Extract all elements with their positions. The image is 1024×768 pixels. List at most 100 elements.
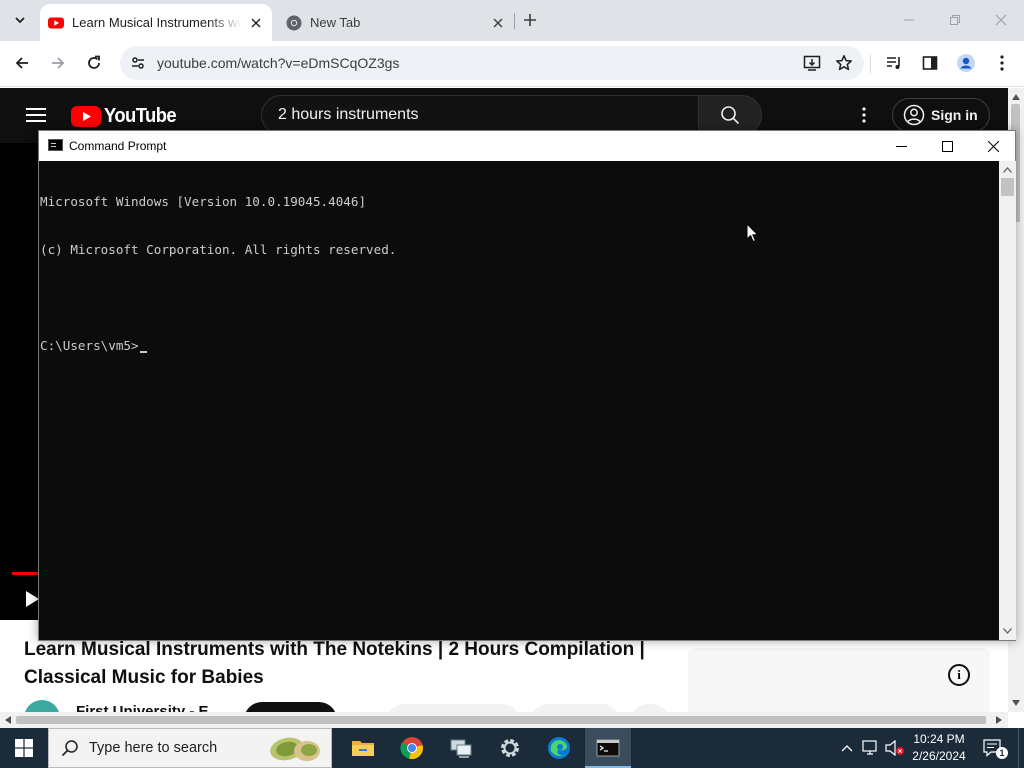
taskbar-settings[interactable]	[487, 728, 533, 768]
url-text[interactable]: youtube.com/watch?v=eDmSCqOZ3gs	[157, 55, 399, 71]
bookmark-star-icon[interactable]	[834, 53, 854, 73]
taskbar-search-placeholder: Type here to search	[89, 740, 218, 756]
restore-window-button[interactable]	[943, 8, 967, 32]
minimize-icon	[904, 19, 914, 21]
menu-hamburger-icon[interactable]	[26, 108, 46, 122]
kebab-menu-icon	[862, 107, 866, 123]
tab-youtube[interactable]: Learn Musical Instruments with The Notek…	[40, 4, 272, 41]
youtube-search-input[interactable]: 2 hours instruments	[261, 95, 699, 135]
youtube-logo[interactable]: YouTube	[71, 105, 182, 127]
network-wired-icon	[862, 740, 877, 755]
windows-logo-icon	[15, 739, 33, 757]
cmd-minimize-button[interactable]	[878, 131, 924, 161]
page-horizontal-scrollbar[interactable]	[0, 712, 1008, 728]
reload-button[interactable]	[80, 49, 108, 77]
video-progress-bar[interactable]	[12, 572, 38, 575]
sign-in-button[interactable]: Sign in	[892, 98, 990, 132]
address-bar[interactable]: youtube.com/watch?v=eDmSCqOZ3gs	[120, 46, 864, 80]
volume-button[interactable]	[884, 728, 906, 768]
minimize-window-button[interactable]	[897, 8, 921, 32]
browser-tab-strip: Learn Musical Instruments with The Notek…	[0, 0, 1024, 41]
scroll-up-arrow-icon[interactable]	[1012, 94, 1020, 100]
subscribe-button[interactable]	[244, 702, 337, 712]
youtube-search-button[interactable]	[698, 95, 762, 135]
taskbar-search-box[interactable]: Type here to search	[48, 728, 332, 768]
start-button[interactable]	[0, 728, 48, 768]
console-line: Microsoft Windows [Version 10.0.19045.40…	[40, 194, 367, 209]
action-center-button[interactable]: 1	[978, 728, 1008, 768]
close-tab-icon[interactable]	[490, 15, 506, 31]
chrome-icon	[286, 15, 302, 30]
video-title: Learn Musical Instruments with The Notek…	[24, 639, 645, 688]
reload-icon	[88, 55, 100, 69]
chrome-icon	[400, 737, 423, 759]
cmd-close-button[interactable]	[970, 131, 1016, 161]
console-prompt-line[interactable]: C:\Users\vm5>	[40, 338, 999, 354]
search-icon	[61, 740, 78, 757]
command-prompt-icon	[596, 739, 620, 757]
console-line: (c) Microsoft Corporation. All rights re…	[40, 242, 397, 257]
youtube-settings-menu[interactable]	[856, 105, 872, 125]
system-clock[interactable]: 10:24 PM 2/26/2024	[908, 731, 970, 765]
taskbar-file-explorer[interactable]	[340, 728, 386, 768]
channel-avatar[interactable]	[24, 700, 60, 712]
kebab-menu-icon	[1000, 55, 1004, 71]
share-pill[interactable]	[530, 704, 620, 712]
forward-button[interactable]	[44, 49, 72, 77]
scroll-up-arrow-icon[interactable]	[1003, 167, 1012, 173]
back-button[interactable]	[8, 49, 36, 77]
cmd-scrollbar[interactable]	[999, 161, 1016, 640]
youtube-icon	[48, 17, 64, 28]
taskbar-network-app[interactable]	[438, 728, 484, 768]
taskbar-chrome[interactable]	[389, 728, 435, 768]
scroll-left-arrow-icon[interactable]	[5, 716, 11, 724]
network-app-icon	[450, 739, 472, 758]
scrollbar-thumb[interactable]	[16, 716, 986, 724]
profile-button[interactable]	[952, 49, 980, 77]
new-tab-button[interactable]	[518, 8, 542, 32]
clock-date: 2/26/2024	[912, 749, 966, 763]
tab-search-button[interactable]	[8, 8, 32, 32]
tab-title: Learn Musical Instruments with The Notek…	[72, 15, 242, 30]
youtube-icon	[71, 105, 101, 127]
close-window-button[interactable]	[989, 8, 1013, 32]
scrollbar-thumb[interactable]	[1001, 178, 1014, 196]
mouse-pointer-icon	[746, 223, 759, 243]
windows-taskbar: Type here to search 10:24 PM 2/26/2024 1	[0, 728, 1024, 768]
close-icon	[995, 14, 1007, 26]
scroll-down-arrow-icon[interactable]	[1012, 700, 1020, 706]
notification-count-badge: 1	[996, 747, 1008, 759]
site-info-icon[interactable]	[128, 53, 148, 73]
edge-icon	[548, 737, 570, 759]
sidebar-card	[688, 648, 990, 712]
close-tab-icon[interactable]	[248, 15, 264, 31]
scroll-down-arrow-icon[interactable]	[1003, 628, 1012, 634]
chevron-up-icon	[841, 745, 853, 752]
cmd-title-bar[interactable]: Command Prompt	[39, 131, 1015, 161]
search-highlight-pistachio-icon[interactable]	[265, 731, 325, 765]
maximize-icon	[941, 140, 953, 152]
scroll-right-arrow-icon[interactable]	[996, 716, 1002, 724]
info-icon[interactable]: i	[948, 664, 970, 686]
show-hidden-icons-button[interactable]	[838, 728, 856, 768]
network-status-button[interactable]	[860, 728, 882, 768]
tab-title: New Tab	[310, 15, 361, 30]
install-app-icon[interactable]	[802, 53, 822, 73]
taskbar-command-prompt[interactable]	[585, 728, 631, 768]
taskbar-edge[interactable]	[536, 728, 582, 768]
show-desktop-button[interactable]	[1018, 728, 1024, 768]
back-arrow-icon	[15, 57, 28, 69]
media-controls-button[interactable]	[880, 49, 908, 77]
command-prompt-window[interactable]: Command Prompt Microsoft Windows [Versio…	[38, 130, 1016, 641]
cmd-maximize-button[interactable]	[924, 131, 970, 161]
tab-new-tab[interactable]: New Tab	[278, 4, 514, 41]
plus-icon	[524, 14, 536, 26]
more-actions-pill[interactable]	[630, 704, 670, 712]
channel-name[interactable]: First University - E	[76, 703, 209, 712]
settings-icon	[501, 739, 519, 757]
forward-arrow-icon	[52, 57, 65, 69]
chrome-menu-button[interactable]	[988, 49, 1016, 77]
side-panel-button[interactable]	[916, 49, 944, 77]
cmd-console-output[interactable]: Microsoft Windows [Version 10.0.19045.40…	[39, 161, 999, 640]
like-dislike-pill[interactable]	[386, 704, 520, 712]
